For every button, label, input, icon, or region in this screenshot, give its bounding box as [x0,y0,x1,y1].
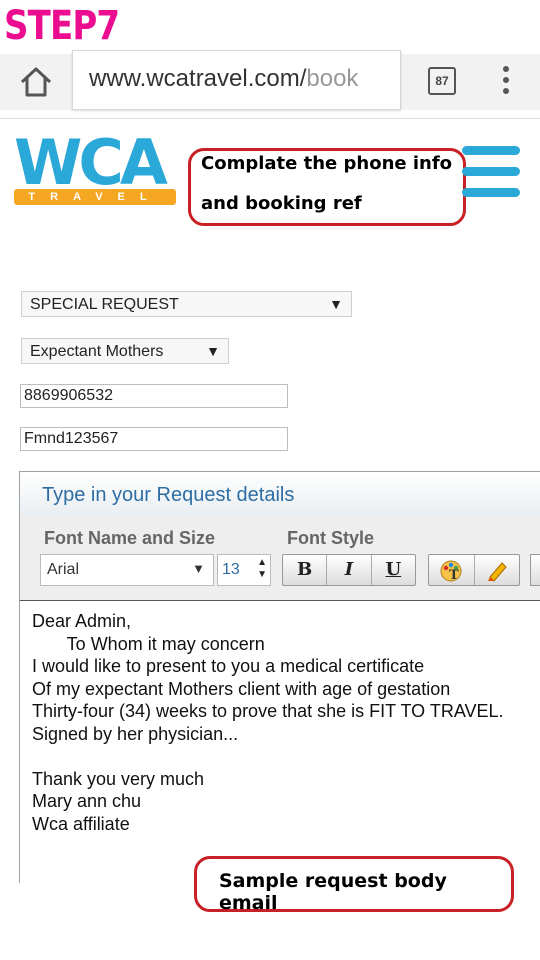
font-name-value: Arial [47,561,80,578]
body-line: Wca affiliate [32,813,130,834]
body-line: Dear Admin, [32,611,132,631]
more-toolbar-button[interactable] [530,554,540,586]
editor-title: Type in your Request details [42,484,295,506]
chevron-down-icon: ▼ [206,343,220,359]
body-line: To Whom it may concern [32,633,265,654]
url-dim: book [306,65,359,92]
editor-toolbar: Font Name and Size Font Style Arial ▼ 13… [20,516,540,601]
highlight-button[interactable] [475,555,520,585]
font-size-stepper[interactable]: 13 ▲ ▼ [217,554,271,586]
editor-header: Type in your Request details [20,472,540,517]
special-request-value: SPECIAL REQUEST [30,296,179,313]
url-text: www.wcatravel.com/book [89,65,358,93]
body-line: Thirty-four (34) weeks to prove that she… [32,701,504,721]
stepper-arrows-icon[interactable]: ▲ ▼ [257,557,267,581]
bold-button[interactable]: B [283,555,328,585]
body-line: I would like to present to you a medical… [32,656,425,676]
text-color-button[interactable]: T [429,555,475,585]
body-line: Thank you very much [32,768,205,789]
special-request-select[interactable]: SPECIAL REQUEST ▼ [21,291,352,317]
underline-button[interactable]: U [372,555,415,585]
color-buttons: T [428,554,520,586]
body-line: Of my expectant Mothers client with age … [32,678,451,699]
request-type-select[interactable]: Expectant Mothers ▼ [21,338,229,364]
step-label: STEP7 [4,3,120,49]
highlighter-icon [487,562,507,582]
request-type-value: Expectant Mothers [30,343,164,360]
body-line: Signed by her physician... [32,723,239,744]
text-color-icon: T [440,560,462,583]
font-size-value: 13 [222,561,240,578]
svg-text:T: T [449,568,459,583]
chevron-down-icon: ▼ [329,296,343,312]
font-name-select[interactable]: Arial ▼ [40,554,214,586]
request-body-text[interactable]: Dear Admin, To Whom it may concern I woul… [32,610,504,835]
overflow-menu-icon[interactable] [496,66,516,98]
font-name-size-label: Font Name and Size [44,528,216,548]
home-icon[interactable] [18,64,54,100]
booking-ref-input[interactable]: Fmnd123567 [20,427,288,451]
hamburger-menu-icon[interactable] [462,146,520,198]
font-style-buttons: B I U [282,554,416,586]
phone-input[interactable]: 8869906532 [20,384,288,408]
logo-tagline: TRAVEL [28,191,162,203]
annotation-phone-booking: Complate the phone info and booking ref [188,148,466,226]
address-bar[interactable]: www.wcatravel.com/book [72,50,401,110]
chevron-down-icon: ▼ [192,561,205,576]
annotation-bottom-text: Sample request body email [219,870,447,914]
browser-toolbar: www.wcatravel.com/book 87 [0,50,540,110]
logo-wordmark: WCA [14,126,168,199]
italic-button[interactable]: I [327,555,372,585]
annotation-line-2: and booking ref [201,193,362,214]
body-line: Mary ann chu [32,791,142,811]
request-editor: Type in your Request details Font Name a… [19,471,540,883]
url-main: www.wcatravel.com/ [89,65,307,92]
tabs-icon[interactable]: 87 [428,67,456,95]
header-divider [0,118,540,119]
annotation-line-1: Complate the phone info [201,153,453,174]
body-line [32,745,504,768]
logo-tagline-band: TRAVEL [14,189,176,205]
font-style-label: Font Style [287,528,375,548]
annotation-sample-email: Sample request body email [194,856,514,914]
wca-logo[interactable]: WCA TRAVEL [14,126,176,207]
